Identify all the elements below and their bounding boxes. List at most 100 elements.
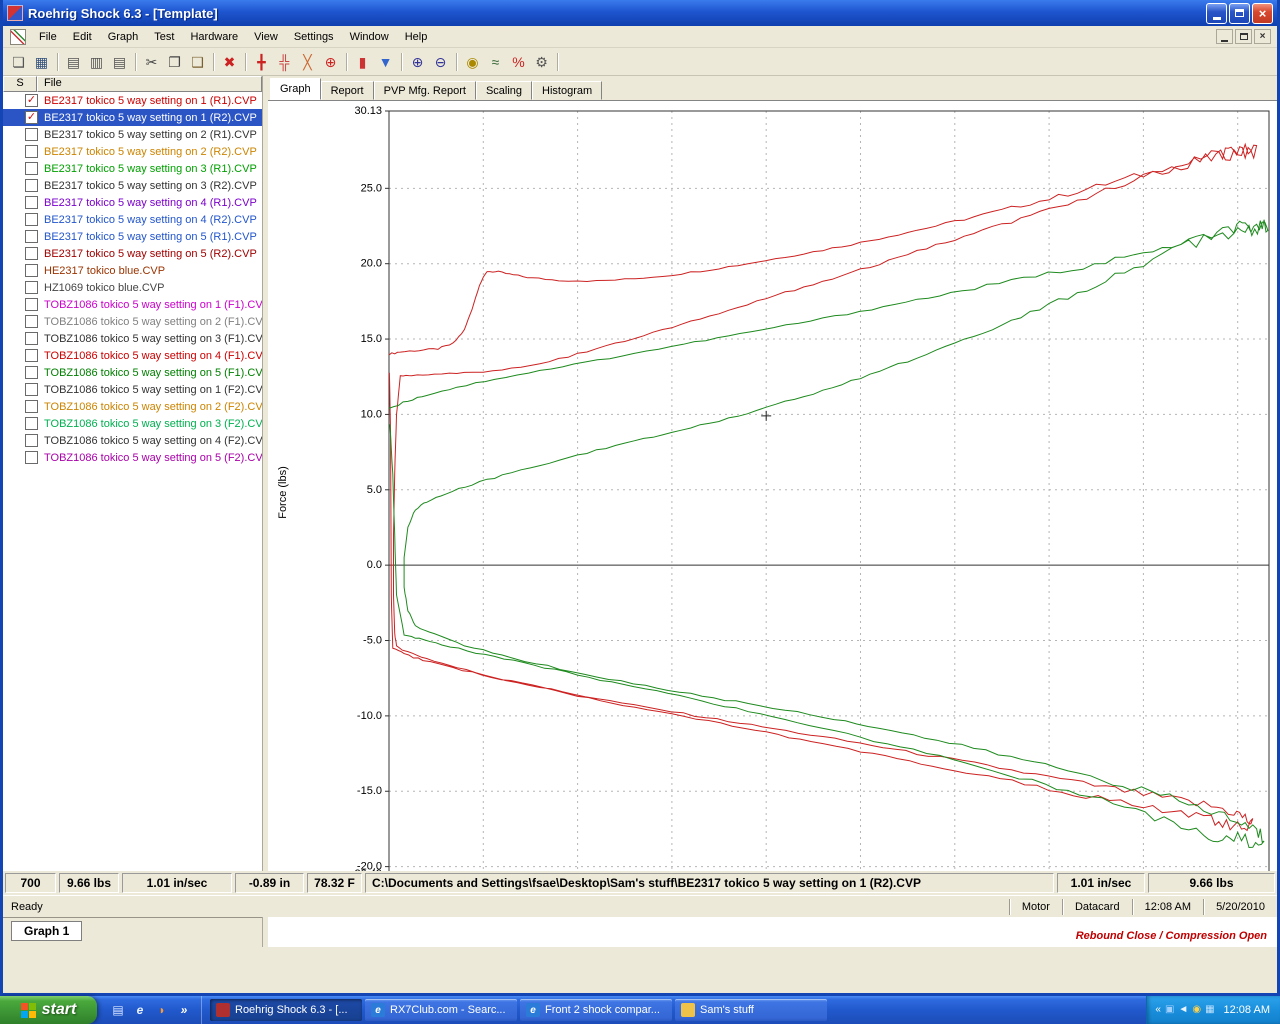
file-checkbox[interactable]: ✓ <box>25 145 38 158</box>
stats-icon[interactable]: ≈ <box>484 51 507 73</box>
file-checkbox[interactable]: ✓ <box>25 94 38 107</box>
file-checkbox[interactable]: ✓ <box>25 383 38 396</box>
menu-item[interactable]: View <box>246 28 286 46</box>
menu-item[interactable]: File <box>31 28 65 46</box>
tray-chevron[interactable]: « <box>1155 1005 1161 1015</box>
tab-pvp-mfg-report[interactable]: PVP Mfg. Report <box>374 81 476 100</box>
file-row[interactable]: ✓ TOBZ1086 tokico 5 way setting on 3 (F2… <box>3 415 262 432</box>
file-row[interactable]: ✓ BE2317 tokico 5 way setting on 2 (R2).… <box>3 143 262 160</box>
quick-launch-chevron[interactable]: » <box>175 1001 193 1019</box>
file-checkbox[interactable]: ✓ <box>25 400 38 413</box>
file-checkbox[interactable]: ✓ <box>25 366 38 379</box>
mdi-minimize-button[interactable] <box>1216 29 1233 44</box>
settings-icon[interactable]: ⚙ <box>530 51 553 73</box>
column-header-s[interactable]: S <box>3 76 37 92</box>
save-icon[interactable]: ▦ <box>30 51 53 73</box>
file-checkbox[interactable]: ✓ <box>25 111 38 124</box>
internet-explorer-icon[interactable]: e <box>131 1001 149 1019</box>
menu-item[interactable]: Test <box>146 28 182 46</box>
mdi-close-button[interactable]: × <box>1254 29 1271 44</box>
file-checkbox[interactable]: ✓ <box>25 434 38 447</box>
task-sams-stuff-folder[interactable]: Sam's stuff <box>675 999 827 1021</box>
graph-axes-icon-3[interactable]: ╳ <box>296 51 319 73</box>
file-checkbox[interactable]: ✓ <box>25 162 38 175</box>
display-icon[interactable]: ▣ <box>1165 1005 1174 1015</box>
file-row[interactable]: ✓ TOBZ1086 tokico 5 way setting on 4 (F2… <box>3 432 262 449</box>
gas-icon[interactable]: ▼ <box>374 51 397 73</box>
file-row[interactable]: ✓ TOBZ1086 tokico 5 way setting on 2 (F2… <box>3 398 262 415</box>
tab-histogram[interactable]: Histogram <box>532 81 602 100</box>
tab-report[interactable]: Report <box>321 81 374 100</box>
file-row[interactable]: ✓ BE2317 tokico 5 way setting on 3 (R2).… <box>3 177 262 194</box>
file-row[interactable]: ✓ TOBZ1086 tokico 5 way setting on 5 (F2… <box>3 449 262 466</box>
print-icon[interactable]: ▤ <box>62 51 85 73</box>
file-checkbox[interactable]: ✓ <box>25 264 38 277</box>
task-front-2-shock-compare[interactable]: e Front 2 shock compar... <box>520 999 672 1021</box>
file-checkbox[interactable]: ✓ <box>25 349 38 362</box>
menu-item[interactable]: Hardware <box>182 28 246 46</box>
print-preview-icon[interactable]: ▥ <box>85 51 108 73</box>
restore-button[interactable] <box>1229 3 1250 24</box>
cut-icon[interactable]: ✂ <box>140 51 163 73</box>
file-row[interactable]: ✓ BE2317 tokico 5 way setting on 5 (R1).… <box>3 228 262 245</box>
file-checkbox[interactable]: ✓ <box>25 281 38 294</box>
column-header-file[interactable]: File <box>37 76 262 92</box>
menu-item[interactable]: Graph <box>100 28 147 46</box>
percent-icon[interactable]: % <box>507 51 530 73</box>
file-checkbox[interactable]: ✓ <box>25 213 38 226</box>
new-file-icon[interactable]: ❏ <box>7 51 30 73</box>
firefox-icon[interactable]: ◗ <box>153 1001 171 1019</box>
graph-axes-icon-2[interactable]: ╬ <box>273 51 296 73</box>
file-row[interactable]: ✓ BE2317 tokico 5 way setting on 5 (R2).… <box>3 245 262 262</box>
tab-graph[interactable]: Graph <box>270 78 321 100</box>
copy-icon[interactable]: ❐ <box>163 51 186 73</box>
file-row[interactable]: ✓ BE2317 tokico 5 way setting on 1 (R1).… <box>3 92 262 109</box>
menu-item[interactable]: Settings <box>286 28 342 46</box>
file-row[interactable]: ✓ TOBZ1086 tokico 5 way setting on 3 (F1… <box>3 330 262 347</box>
print-setup-icon[interactable]: ▤ <box>108 51 131 73</box>
start-button[interactable]: start <box>0 996 97 1024</box>
menu-item[interactable]: Help <box>397 28 436 46</box>
volume-icon[interactable]: ◄ <box>1178 1005 1188 1015</box>
delete-icon[interactable]: ✖ <box>218 51 241 73</box>
file-row[interactable]: ✓ BE2317 tokico 5 way setting on 1 (R2).… <box>3 109 262 126</box>
show-desktop-icon[interactable]: ▤ <box>109 1001 127 1019</box>
task-roehrig-shock[interactable]: Roehrig Shock 6.3 - [... <box>210 999 362 1021</box>
graph-target-icon[interactable]: ⊕ <box>319 51 342 73</box>
file-row[interactable]: ✓ TOBZ1086 tokico 5 way setting on 1 (F1… <box>3 296 262 313</box>
close-button[interactable]: × <box>1252 3 1273 24</box>
graph-axes-icon-1[interactable]: ╋ <box>250 51 273 73</box>
file-checkbox[interactable]: ✓ <box>25 315 38 328</box>
antivirus-icon[interactable]: ◉ <box>1192 1005 1201 1015</box>
file-row[interactable]: ✓ BE2317 tokico 5 way setting on 4 (R1).… <box>3 194 262 211</box>
paste-icon[interactable]: ❑ <box>186 51 209 73</box>
file-row[interactable]: ✓ HE2317 tokico blue.CVP <box>3 262 262 279</box>
temperature-icon[interactable]: ▮ <box>351 51 374 73</box>
file-row[interactable]: ✓ TOBZ1086 tokico 5 way setting on 5 (F1… <box>3 364 262 381</box>
search-icon[interactable]: ◉ <box>461 51 484 73</box>
network-icon[interactable]: ▦ <box>1205 1005 1214 1015</box>
file-checkbox[interactable]: ✓ <box>25 179 38 192</box>
file-checkbox[interactable]: ✓ <box>25 247 38 260</box>
graph1-sheet-tab[interactable]: Graph 1 <box>11 921 82 941</box>
file-checkbox[interactable]: ✓ <box>25 298 38 311</box>
minimize-button[interactable] <box>1206 3 1227 24</box>
file-row[interactable]: ✓ TOBZ1086 tokico 5 way setting on 1 (F2… <box>3 381 262 398</box>
menu-item[interactable]: Edit <box>65 28 100 46</box>
tab-scaling[interactable]: Scaling <box>476 81 532 100</box>
zoom-out-icon[interactable]: ⊖ <box>429 51 452 73</box>
file-checkbox[interactable]: ✓ <box>25 230 38 243</box>
file-row[interactable]: ✓ TOBZ1086 tokico 5 way setting on 2 (F1… <box>3 313 262 330</box>
file-checkbox[interactable]: ✓ <box>25 451 38 464</box>
mdi-restore-button[interactable] <box>1235 29 1252 44</box>
file-row[interactable]: ✓ TOBZ1086 tokico 5 way setting on 4 (F1… <box>3 347 262 364</box>
file-row[interactable]: ✓ HZ1069 tokico blue.CVP <box>3 279 262 296</box>
file-checkbox[interactable]: ✓ <box>25 332 38 345</box>
file-row[interactable]: ✓ BE2317 tokico 5 way setting on 3 (R1).… <box>3 160 262 177</box>
file-checkbox[interactable]: ✓ <box>25 417 38 430</box>
file-checkbox[interactable]: ✓ <box>25 128 38 141</box>
zoom-in-icon[interactable]: ⊕ <box>406 51 429 73</box>
task-rx7club-browser[interactable]: e RX7Club.com - Searc... <box>365 999 517 1021</box>
menu-item[interactable]: Window <box>342 28 397 46</box>
file-checkbox[interactable]: ✓ <box>25 196 38 209</box>
